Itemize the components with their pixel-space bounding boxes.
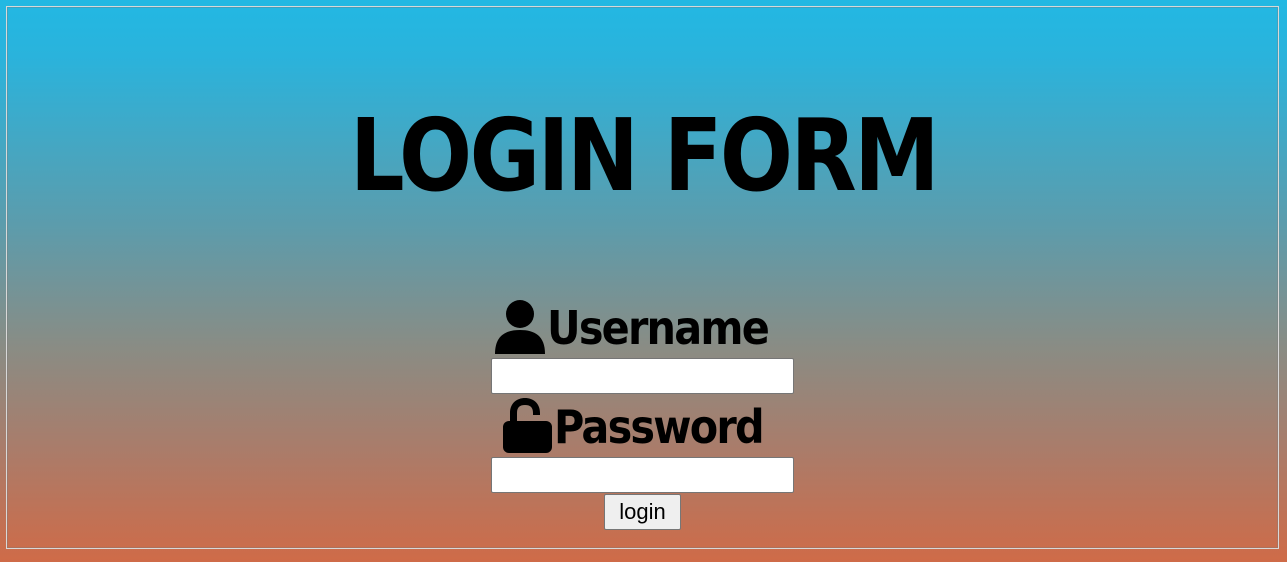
user-icon [494, 298, 545, 354]
username-label: Username [546, 301, 770, 355]
username-input[interactable] [491, 358, 794, 394]
username-label-row: Username [0, 296, 1287, 354]
password-label: Password [553, 400, 765, 454]
login-button[interactable]: login [604, 494, 681, 530]
password-input[interactable] [491, 457, 794, 493]
password-label-row: Password [0, 395, 1287, 453]
unlock-icon [502, 397, 552, 453]
page-title: LOGIN FORM [349, 97, 940, 214]
